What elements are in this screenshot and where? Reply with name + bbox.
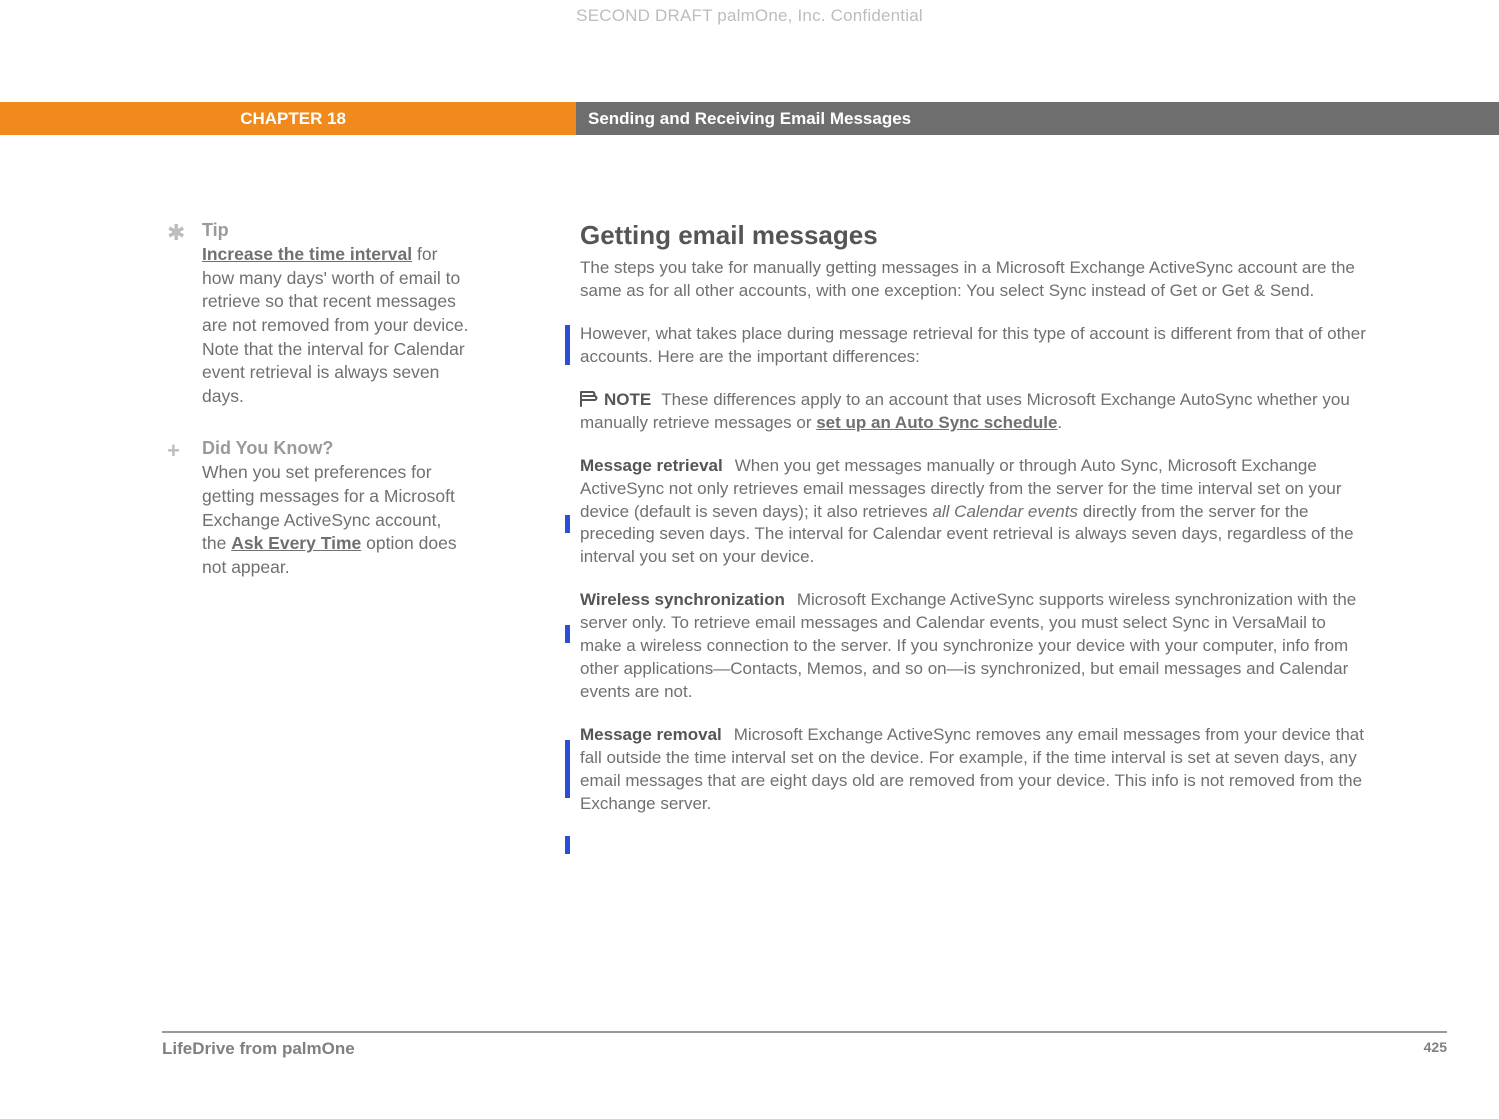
note-section: NOTEThese differences apply to an accoun… [580,389,1370,435]
footer-page-number: 425 [1424,1039,1447,1055]
tip-block: ✱ Tip Increase the time interval for how… [162,220,470,408]
change-bar [565,515,570,533]
confidential-watermark: SECOND DRAFT palmOne, Inc. Confidential [0,6,1499,26]
removal-label: Message removal [580,725,722,744]
message-retrieval-section: Message retrievalWhen you get messages m… [580,455,1370,570]
dyk-title: Did You Know? [202,438,470,459]
section-heading: Getting email messages [580,220,1370,251]
plus-icon: + [167,440,180,462]
content-area: ✱ Tip Increase the time interval for how… [0,220,1499,856]
retrieval-italic: all Calendar events [932,502,1078,521]
dyk-body: When you set preferences for getting mes… [202,461,470,579]
page: SECOND DRAFT palmOne, Inc. Confidential … [0,0,1499,1119]
change-bar [565,740,570,798]
sidebar: ✱ Tip Increase the time interval for how… [0,220,470,856]
chapter-title: Sending and Receiving Email Messages [576,102,1499,135]
note-link[interactable]: set up an Auto Sync schedule [816,413,1057,432]
diff-intro-section: However, what takes place during message… [580,323,1370,369]
tip-title: Tip [202,220,470,241]
wireless-label: Wireless synchronization [580,590,785,609]
note-post: . [1057,413,1062,432]
tip-body: Increase the time interval for how many … [202,243,470,408]
chapter-header-bar: CHAPTER 18 Sending and Receiving Email M… [0,102,1499,135]
change-bar [565,625,570,643]
main-column: Getting email messages The steps you tak… [470,220,1370,856]
footer-product: LifeDrive from palmOne [162,1039,355,1059]
diff-intro-text: However, what takes place during message… [580,323,1370,369]
tip-link[interactable]: Increase the time interval [202,244,412,264]
did-you-know-block: + Did You Know? When you set preferences… [162,438,470,579]
change-bar [565,836,570,854]
message-removal-section: Message removalMicrosoft Exchange Active… [580,724,1370,816]
intro-paragraph: The steps you take for manually getting … [580,257,1370,303]
dyk-link[interactable]: Ask Every Time [231,533,361,553]
page-footer: LifeDrive from palmOne 425 [162,1031,1447,1059]
wireless-sync-section: Wireless synchronizationMicrosoft Exchan… [580,589,1370,704]
note-flag-icon [580,391,598,407]
retrieval-label: Message retrieval [580,456,723,475]
note-label: NOTE [604,390,651,409]
change-bar [565,325,570,365]
trailing-change-bar-holder [580,836,1370,856]
tip-body-rest: for how many days' worth of email to ret… [202,244,469,406]
chapter-number: CHAPTER 18 [0,102,576,135]
asterisk-icon: ✱ [167,222,185,244]
